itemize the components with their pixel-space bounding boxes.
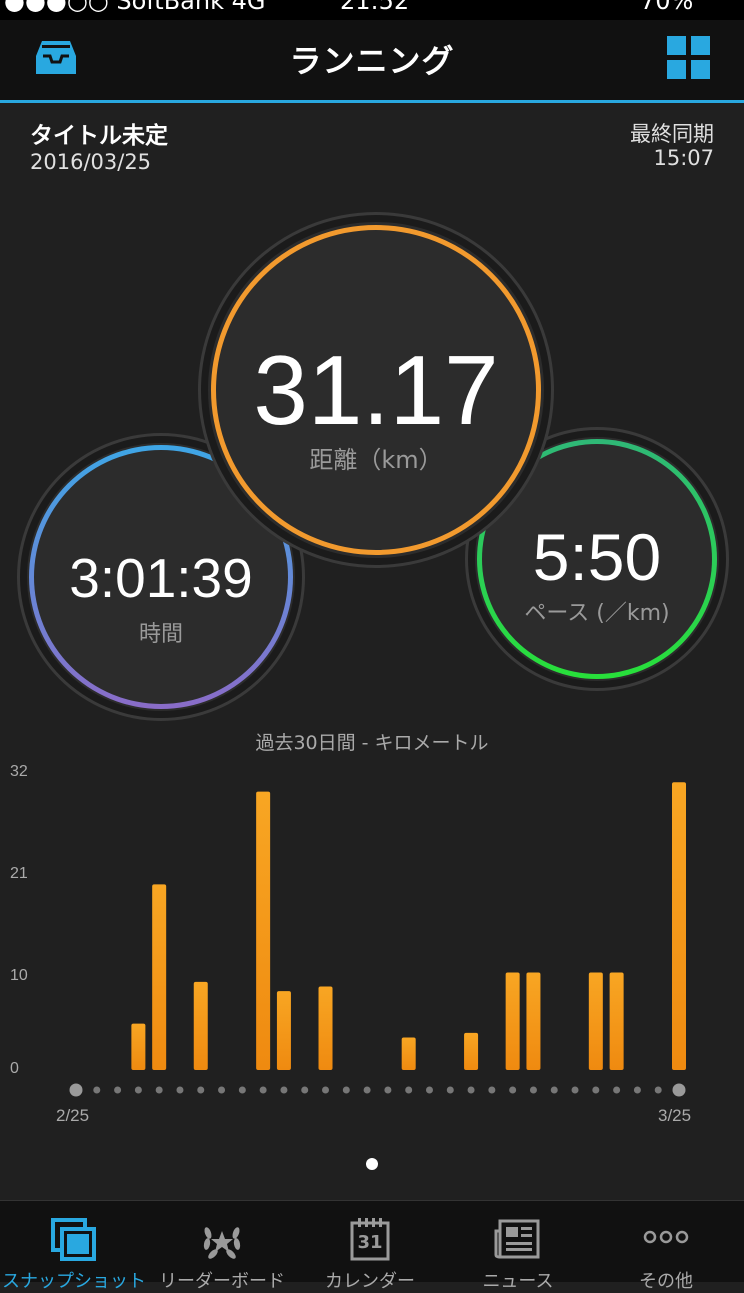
x-start-label: 2/25	[56, 1106, 90, 1125]
battery-text: 70%	[640, 0, 694, 15]
axis-day-dot	[176, 1086, 184, 1094]
axis-day-dot	[342, 1086, 350, 1094]
tab-snapshot[interactable]: スナップショット	[0, 1201, 148, 1292]
tab-more[interactable]: その他	[592, 1201, 740, 1292]
time-value: 3:01:39	[69, 547, 253, 609]
axis-day-dot	[197, 1086, 205, 1094]
page-indicator-dot	[366, 1158, 378, 1170]
time-label: 時間	[138, 622, 183, 647]
axis-end-dot	[69, 1083, 83, 1097]
axis-day-dot	[134, 1086, 142, 1094]
activity-date: 2016/03/25	[30, 150, 152, 174]
axis-day-dot	[571, 1086, 579, 1094]
chart-bar	[152, 884, 167, 1070]
axis-day-dot	[322, 1086, 330, 1094]
axis-day-dot	[384, 1086, 392, 1094]
tab-bar: スナップショット リーダーボード 31 カレンダー ニュース その他	[0, 1200, 744, 1292]
axis-day-dot	[114, 1086, 122, 1094]
axis-day-dot	[529, 1086, 537, 1094]
axis-day-dot	[613, 1086, 621, 1094]
axis-day-dot	[155, 1086, 163, 1094]
chart-title: 過去30日間 - キロメートル	[255, 732, 489, 754]
axis-day-dot	[405, 1086, 413, 1094]
pace-label: ペース (／km)	[524, 601, 670, 626]
chart-bar	[505, 972, 520, 1070]
axis-day-dot	[280, 1086, 288, 1094]
axis-day-dot	[238, 1086, 246, 1094]
axis-day-dot	[363, 1086, 371, 1094]
distance-value: 31.17	[253, 335, 499, 445]
axis-day-dot	[259, 1086, 267, 1094]
chart-bar	[609, 972, 624, 1070]
axis-day-dot	[93, 1086, 101, 1094]
tab-calendar[interactable]: 31 カレンダー	[296, 1201, 444, 1292]
x-end-label: 3/25	[658, 1106, 692, 1125]
more-icon	[642, 1229, 690, 1249]
snapshot-icon	[50, 1217, 98, 1269]
laurel-icon	[198, 1217, 246, 1269]
axis-day-dot	[446, 1086, 454, 1094]
axis-day-dot	[592, 1086, 600, 1094]
chart-bar	[318, 986, 333, 1070]
axis-day-dot	[467, 1086, 475, 1094]
tab-news-label: ニュース	[482, 1271, 554, 1292]
distance-stat-circle[interactable]: 31.17 距離（km）	[208, 222, 544, 558]
chart-bar	[588, 972, 603, 1070]
chart-bar	[256, 791, 271, 1070]
distance-bar-chart	[69, 782, 686, 1097]
tab-leaderboard-label: リーダーボード	[159, 1271, 285, 1292]
page-title: ランニング	[289, 42, 455, 80]
status-bar: ●●●○○ SoftBank 4G 21:52 70%	[0, 0, 744, 20]
clock-text: 21:52	[340, 0, 410, 15]
axis-day-dot	[509, 1086, 517, 1094]
calendar-icon: 31	[350, 1217, 390, 1261]
chart-bar	[526, 972, 541, 1070]
axis-day-dot	[550, 1086, 558, 1094]
sync-time: 15:07	[653, 146, 714, 170]
sync-label: 最終同期	[630, 122, 714, 146]
tab-leaderboard[interactable]: リーダーボード	[148, 1201, 296, 1292]
chart-bar	[276, 991, 291, 1070]
activity-title[interactable]: タイトル未定	[30, 116, 168, 150]
axis-day-dot	[488, 1086, 496, 1094]
carrier-text: ●●●○○ SoftBank 4G	[4, 0, 266, 15]
grid-icon[interactable]	[667, 36, 711, 80]
calendar-day-number: 31	[357, 1232, 383, 1253]
axis-day-dot	[633, 1086, 641, 1094]
distance-label: 距離（km）	[309, 446, 443, 474]
news-icon	[494, 1217, 542, 1265]
tab-more-label: その他	[639, 1271, 693, 1292]
tab-snapshot-label: スナップショット	[2, 1271, 146, 1292]
axis-day-dot	[425, 1086, 433, 1094]
axis-day-dot	[301, 1086, 309, 1094]
axis-end-dot	[672, 1083, 686, 1097]
chart-bar	[672, 782, 686, 1070]
chart-bar	[193, 981, 208, 1070]
chart-bar	[464, 1032, 479, 1070]
pace-value: 5:50	[532, 520, 662, 594]
tab-news[interactable]: ニュース	[444, 1201, 592, 1292]
chart-bar	[131, 1023, 146, 1070]
tab-calendar-label: カレンダー	[325, 1271, 415, 1292]
axis-day-dot	[218, 1086, 226, 1094]
chart-bar	[401, 1037, 416, 1070]
header-bar: ランニング	[0, 20, 744, 103]
axis-day-dot	[654, 1086, 662, 1094]
